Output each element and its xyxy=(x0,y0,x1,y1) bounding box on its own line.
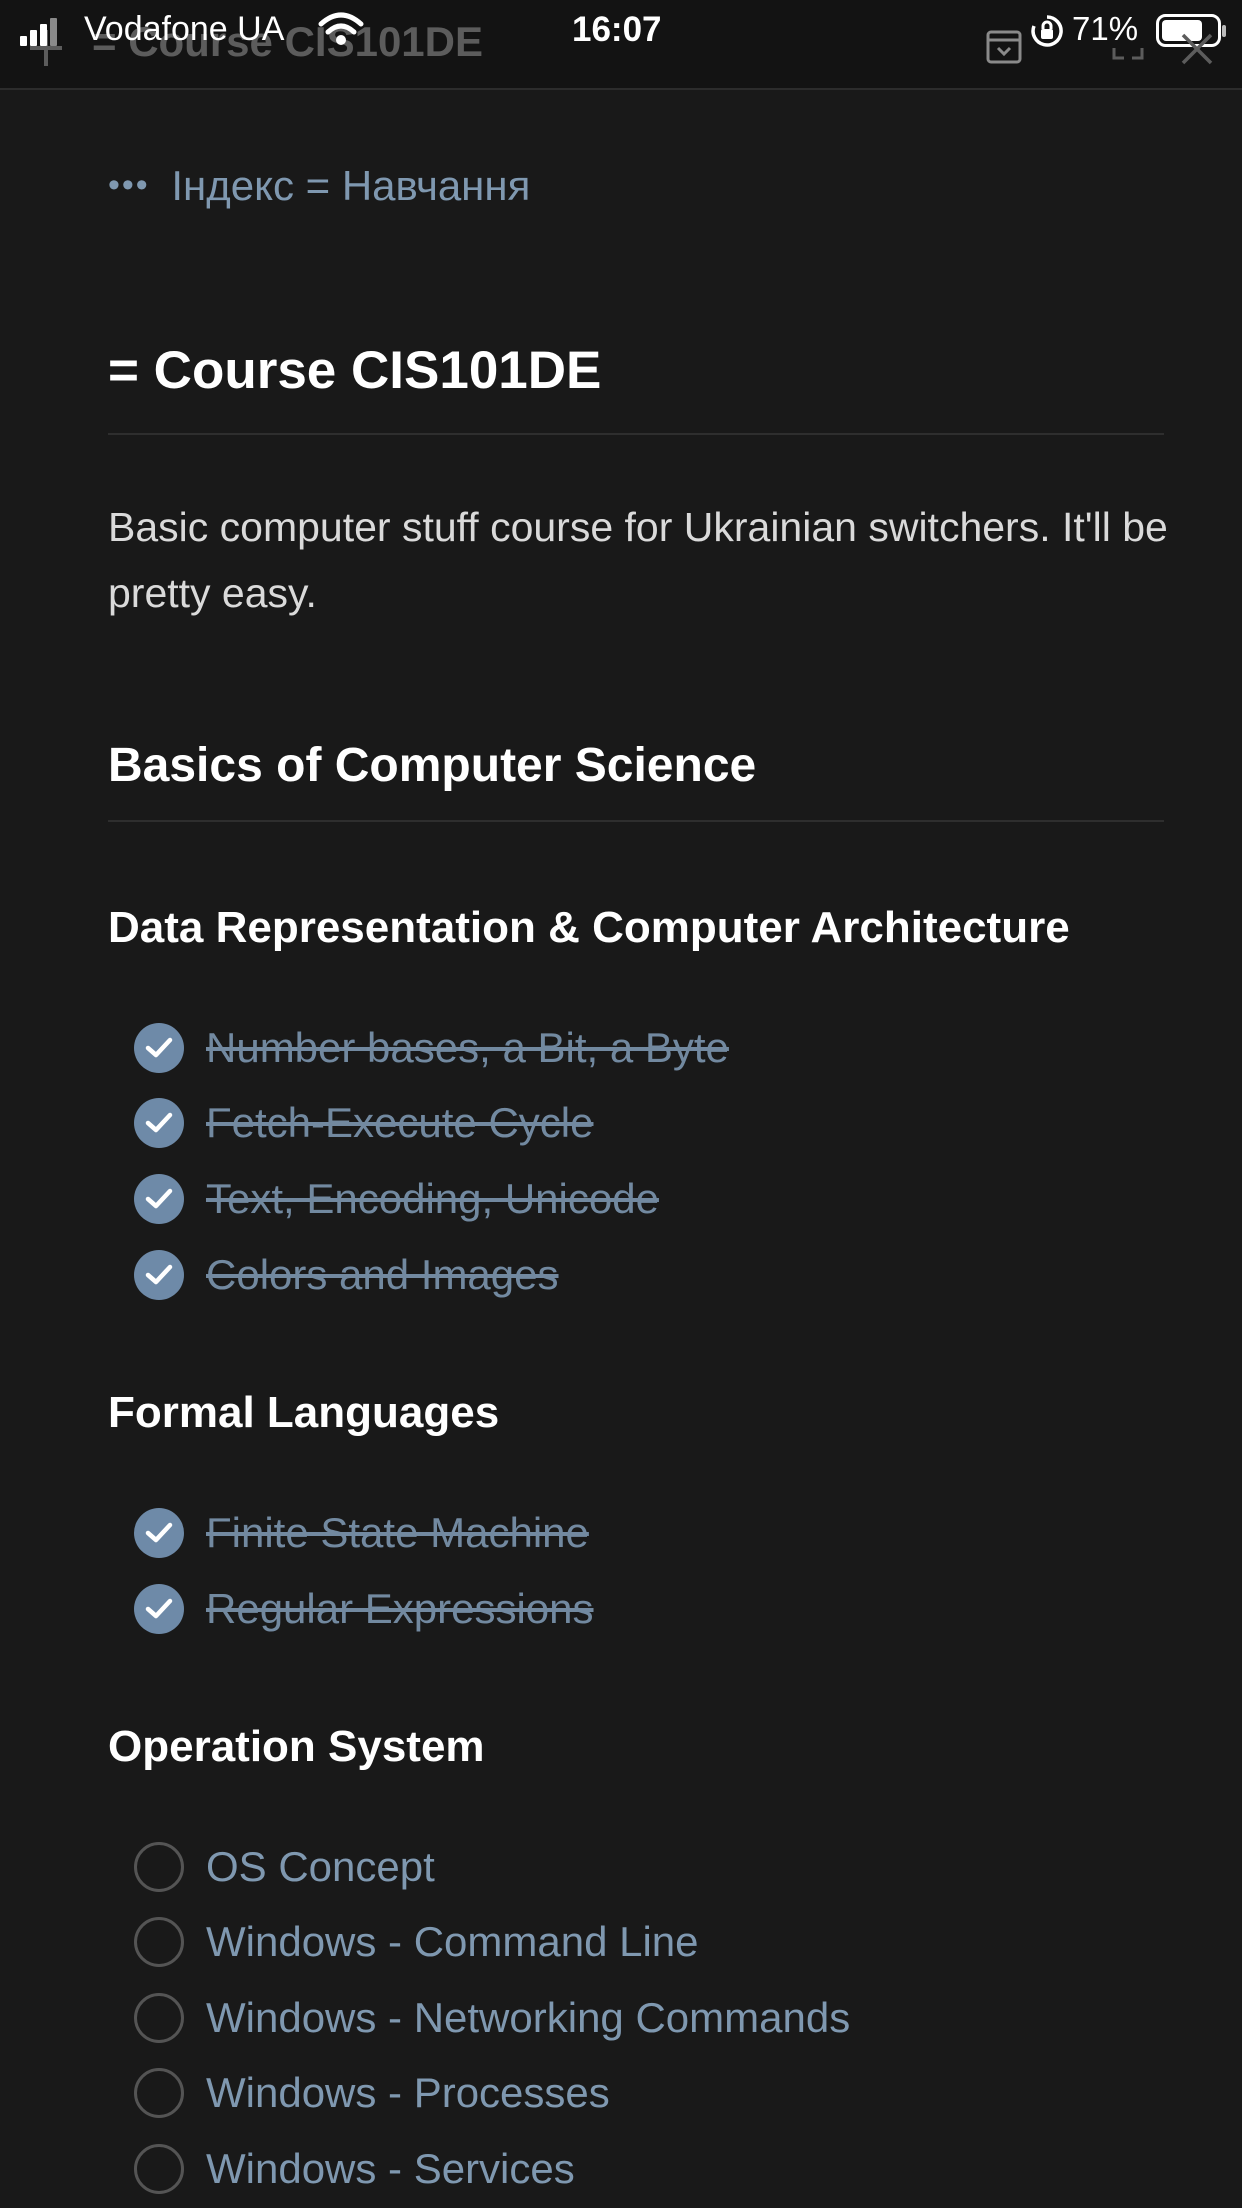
todo-item[interactable]: Windows - Services xyxy=(134,2139,575,2199)
todo-item[interactable]: Windows - Processes xyxy=(134,2063,610,2123)
section-heading-basics: Basics of Computer Science xyxy=(108,739,757,792)
page-title: = Course CIS101DE xyxy=(108,341,602,400)
todo-label: Number bases, a Bit, a Byte xyxy=(206,1024,729,1071)
archive-icon[interactable] xyxy=(986,30,1022,64)
check-icon xyxy=(145,1598,173,1619)
collapse-icon[interactable] xyxy=(1110,46,1146,68)
todo-label[interactable]: Windows - Networking Commands xyxy=(206,1994,850,2042)
checkbox-checked[interactable] xyxy=(134,1023,184,1073)
todo-label: Regular Expressions xyxy=(206,1585,594,1632)
todo-item[interactable]: Colors and Images xyxy=(134,1245,559,1305)
todo-label: Finite State Machine xyxy=(206,1509,589,1556)
close-icon[interactable] xyxy=(1180,32,1214,66)
checkbox-unchecked[interactable] xyxy=(134,2068,184,2118)
checkbox-checked[interactable] xyxy=(134,1584,184,1634)
todo-label: Colors and Images xyxy=(206,1251,559,1298)
title-divider xyxy=(108,433,1164,435)
todo-item[interactable]: Text, Encoding, Unicode xyxy=(134,1169,659,1229)
heading-operation-system: Operation System xyxy=(108,1722,485,1771)
todo-item[interactable]: Fetch-Execute Cycle xyxy=(134,1093,593,1153)
checkbox-checked[interactable] xyxy=(134,1098,184,1148)
todo-label: Fetch-Execute Cycle xyxy=(206,1099,594,1146)
todo-item[interactable]: Windows - Networking Commands xyxy=(134,1988,850,2048)
checkbox-unchecked[interactable] xyxy=(134,1842,184,1892)
todo-label[interactable]: Windows - Command Line xyxy=(206,1918,699,1966)
todo-label[interactable]: Windows - Services xyxy=(206,2145,575,2193)
signal-icon xyxy=(20,18,57,46)
check-icon xyxy=(145,1037,173,1058)
todo-item[interactable]: Number bases, a Bit, a Byte xyxy=(134,1018,729,1078)
top-bar: = Course CIS101DE Vodafone UA 16:07 71% xyxy=(0,0,1242,90)
todo-item[interactable]: Windows - Command Line xyxy=(134,1912,699,1972)
breadcrumb[interactable]: ••• Індекс = Навчання xyxy=(108,162,530,210)
status-time: 16:07 xyxy=(572,10,662,49)
checkbox-checked[interactable] xyxy=(134,1250,184,1300)
section-divider xyxy=(108,820,1164,822)
checkbox-checked[interactable] xyxy=(134,1174,184,1224)
check-icon xyxy=(145,1522,173,1543)
check-icon xyxy=(145,1188,173,1209)
checkbox-unchecked[interactable] xyxy=(134,1993,184,2043)
check-icon xyxy=(145,1264,173,1285)
todo-item[interactable]: OS Concept xyxy=(134,1837,435,1897)
checkbox-checked[interactable] xyxy=(134,1508,184,1558)
breadcrumb-link[interactable]: Індекс = Навчання xyxy=(171,162,530,209)
todo-item[interactable]: Finite State Machine xyxy=(134,1503,589,1563)
todo-label[interactable]: Windows - Processes xyxy=(206,2069,610,2117)
todo-label[interactable]: OS Concept xyxy=(206,1843,435,1891)
todo-label: Text, Encoding, Unicode xyxy=(206,1175,659,1222)
todo-item[interactable]: Regular Expressions xyxy=(134,1579,594,1639)
heading-formal-languages: Formal Languages xyxy=(108,1388,500,1437)
checkbox-unchecked[interactable] xyxy=(134,2144,184,2194)
heading-data-representation: Data Representation & Computer Architect… xyxy=(108,903,1070,952)
check-icon xyxy=(145,1112,173,1133)
checkbox-unchecked[interactable] xyxy=(134,1917,184,1967)
status-carrier: Vodafone UA xyxy=(84,10,285,48)
status-battery: 71% xyxy=(1072,10,1139,47)
wifi-icon xyxy=(318,12,364,45)
page-description: Basic computer stuff course for Ukrainia… xyxy=(108,504,1168,616)
breadcrumb-more[interactable]: ••• xyxy=(108,166,150,204)
orientation-lock-icon xyxy=(1031,15,1063,47)
